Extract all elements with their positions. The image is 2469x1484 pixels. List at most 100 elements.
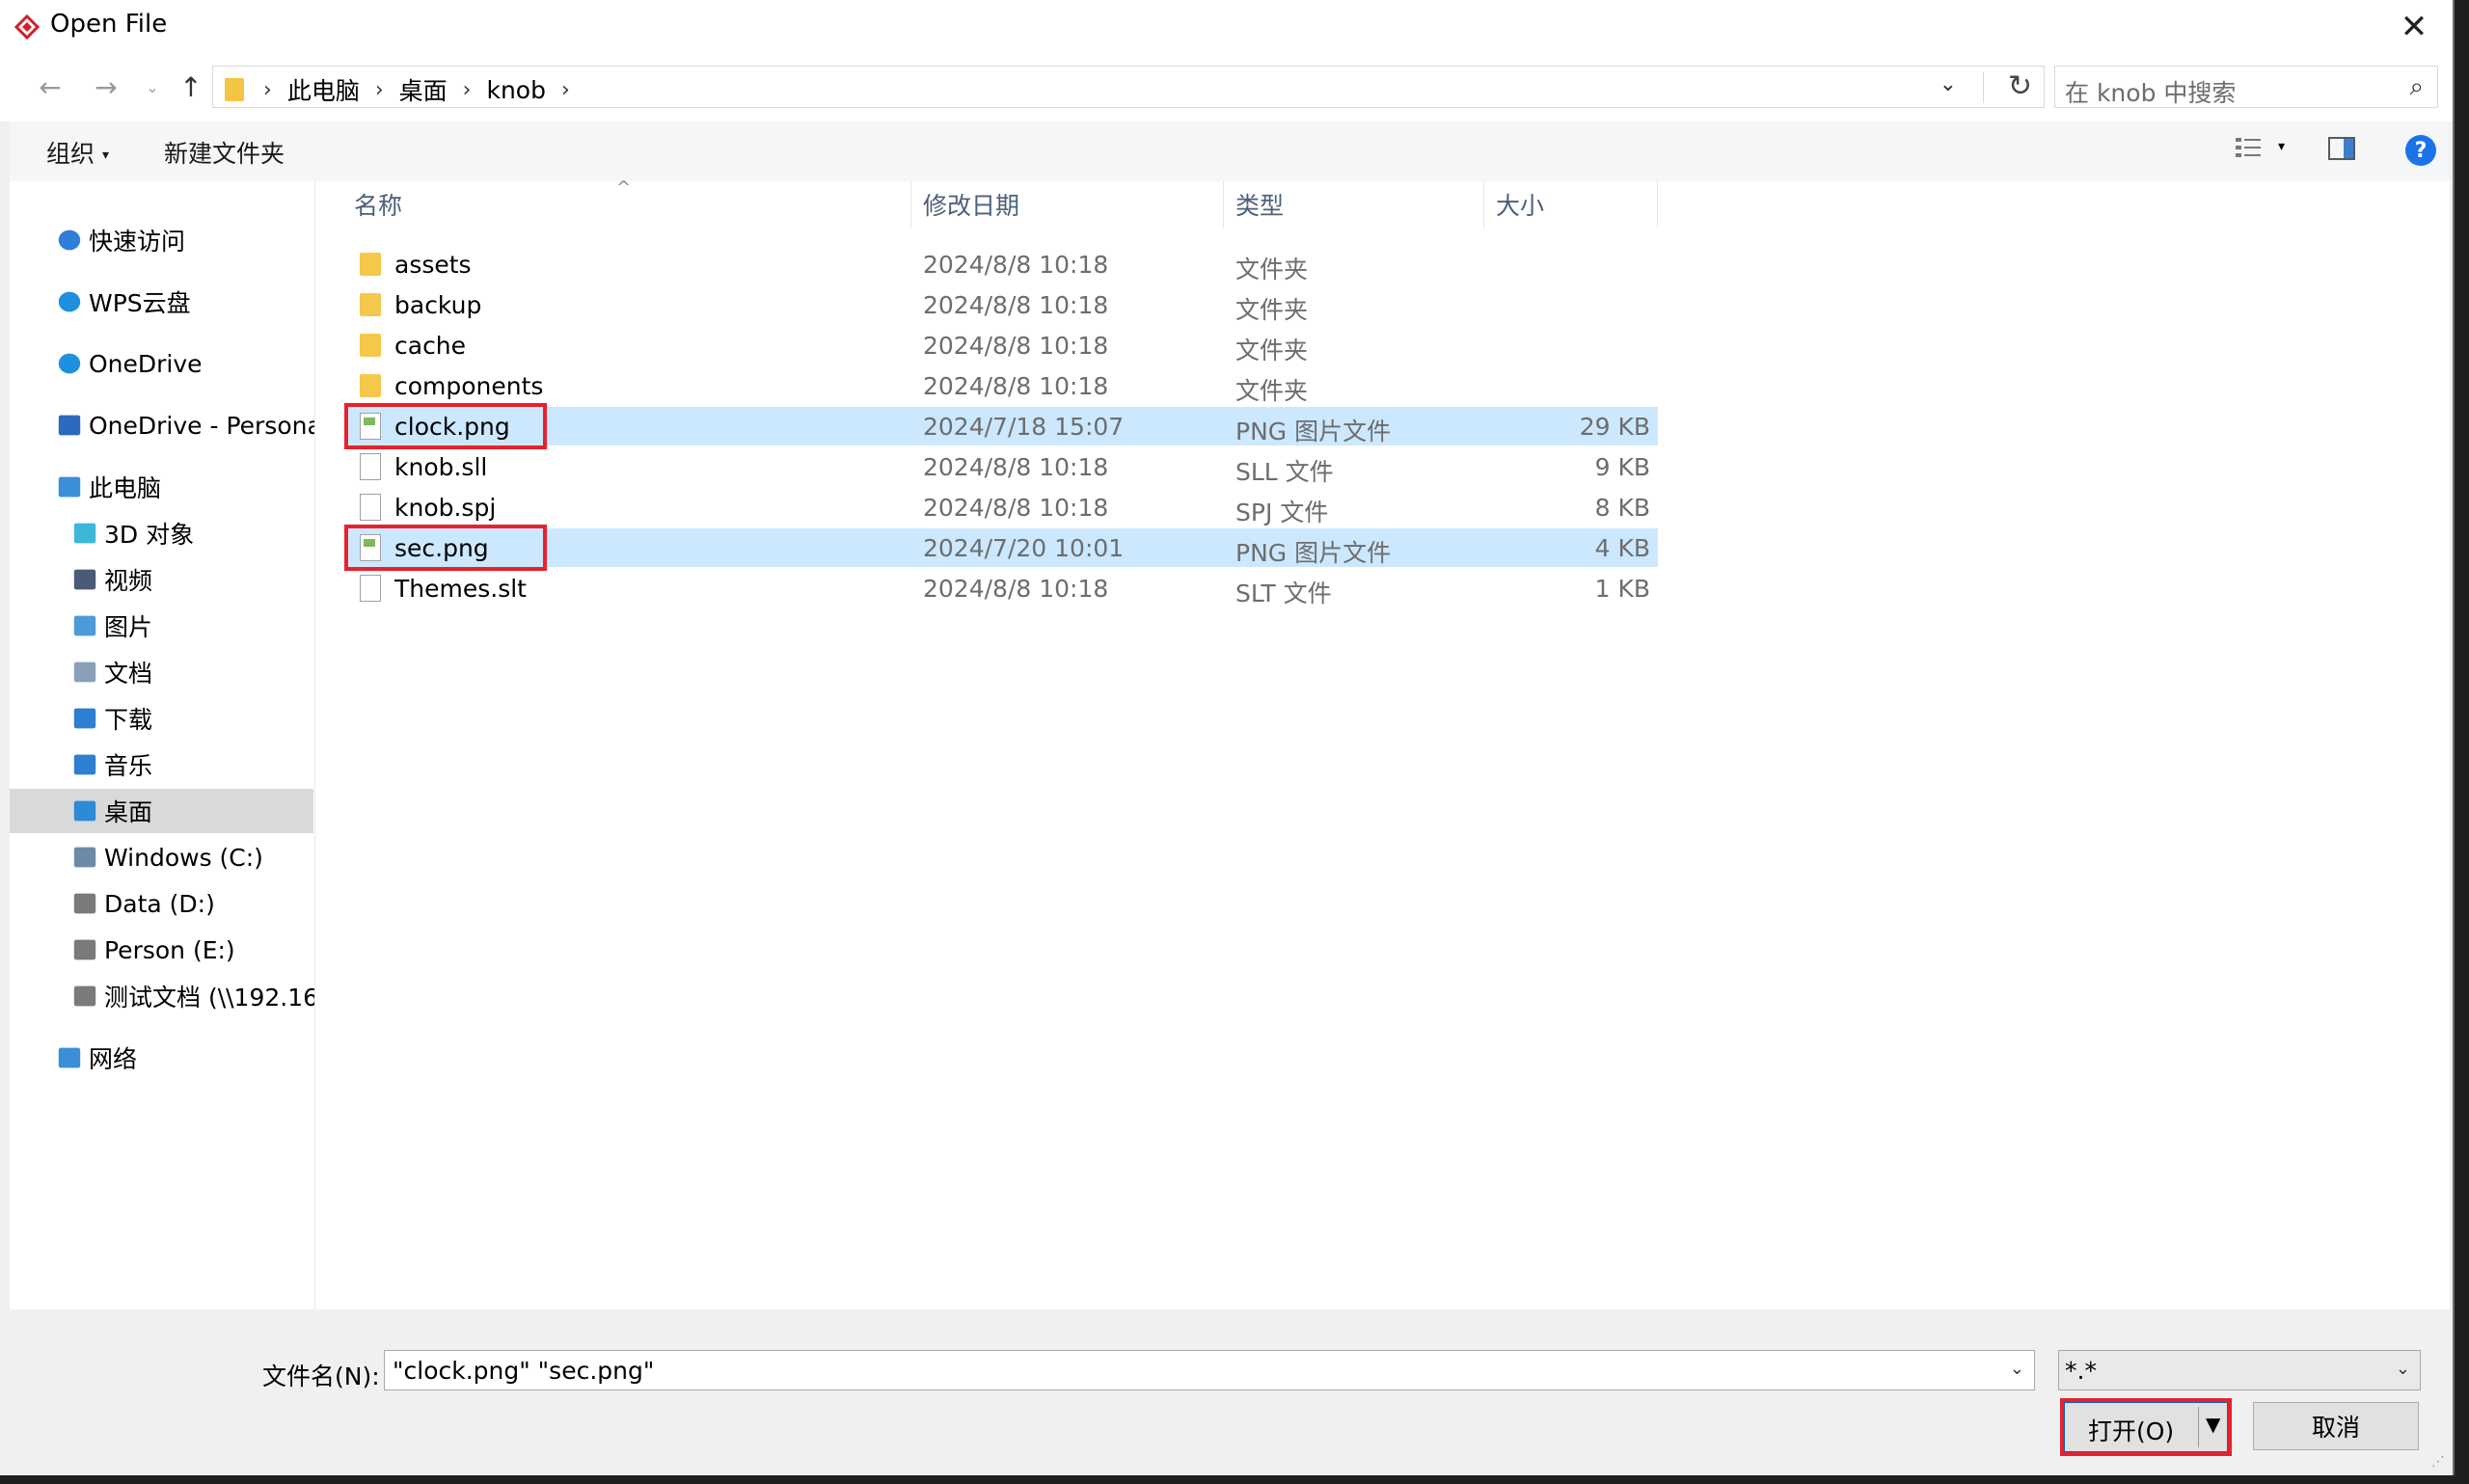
nav-item[interactable]: 文档 [10, 650, 314, 694]
nav-item[interactable]: 桌面 [10, 789, 313, 833]
folder-icon [360, 374, 381, 397]
breadcrumb-desktop[interactable]: 桌面 [399, 72, 448, 107]
chevron-down-icon[interactable]: ⌄ [2396, 1359, 2410, 1379]
file-size: 8 KB [1594, 494, 1650, 522]
highlight-box [344, 403, 547, 449]
file-row[interactable]: components 2024/8/8 10:18 文件夹 [344, 366, 1658, 405]
column-header-date[interactable]: 修改日期 [911, 181, 1224, 228]
nav-item-label: Windows (C:) [104, 843, 263, 872]
address-dropdown-icon[interactable]: ⌄ [1940, 72, 1957, 96]
file-row[interactable]: cache 2024/8/8 10:18 文件夹 [344, 326, 1658, 364]
caret-down-icon: ▾ [102, 148, 110, 163]
file-name: cache [394, 332, 467, 360]
file-row[interactable]: Themes.slt 2024/8/8 10:18 SLT 文件 1 KB [344, 569, 1658, 607]
nav-item[interactable]: 3D 对象 [10, 511, 314, 555]
nav-item[interactable]: 图片 [10, 604, 314, 648]
refresh-icon[interactable]: ↻ [2008, 69, 2032, 103]
file-type: 文件夹 [1235, 296, 1309, 324]
chevron-right-icon[interactable]: › [561, 78, 570, 102]
picture-icon [73, 615, 96, 636]
file-type: PNG 图片文件 [1235, 418, 1392, 445]
file-row[interactable]: assets 2024/8/8 10:18 文件夹 [344, 245, 1658, 283]
view-dropdown-icon[interactable]: ▾ [2278, 139, 2285, 154]
breadcrumb-knob[interactable]: knob [486, 76, 546, 104]
nav-item[interactable]: Windows (C:) [10, 835, 314, 879]
nav-item[interactable]: WPS云盘 [10, 280, 314, 324]
address-row: ← → ⌄ ↑ › 此电脑 › 桌面 › knob › ⌄ ↻ 在 knob 中… [0, 54, 2453, 121]
nav-item-label: Person (E:) [104, 935, 235, 964]
divider [1983, 72, 1984, 103]
file-date: 2024/8/8 10:18 [923, 372, 1109, 400]
nav-item-label: 快速访问 [89, 228, 186, 256]
file-date: 2024/8/8 10:18 [923, 494, 1109, 522]
file-row[interactable]: knob.sll 2024/8/8 10:18 SLL 文件 9 KB [344, 447, 1658, 486]
nav-item[interactable]: 下载 [10, 696, 314, 741]
file-row[interactable]: backup 2024/8/8 10:18 文件夹 [344, 285, 1658, 324]
navigation-pane: 快速访问 WPS云盘 OneDrive OneDrive - Persona 此电脑 3D… [10, 181, 315, 1309]
search-icon: ⌕ [2409, 72, 2424, 101]
column-header-name[interactable]: 名称 [342, 181, 911, 228]
folder-icon [360, 253, 381, 276]
file-row[interactable]: knob.spj 2024/8/8 10:18 SPJ 文件 8 KB [344, 488, 1658, 526]
new-folder-button[interactable]: 新建文件夹 [164, 135, 285, 170]
up-button[interactable]: ↑ [172, 67, 210, 106]
nav-item-label: Data (D:) [104, 889, 215, 918]
nav-item[interactable]: Data (D:) [10, 881, 314, 926]
nav-item[interactable]: 快速访问 [10, 218, 314, 262]
organize-label: 组织 [46, 140, 95, 168]
file-date: 2024/7/20 10:01 [923, 534, 1125, 562]
nav-item[interactable]: Person (E:) [10, 928, 314, 972]
chevron-right-icon[interactable]: › [463, 78, 472, 102]
file-name: backup [394, 291, 482, 319]
chevron-right-icon[interactable]: › [375, 78, 384, 102]
nav-item[interactable]: 测试文档 (\\192.168 [10, 974, 314, 1018]
highlight-box [344, 525, 547, 571]
network-icon [58, 1047, 81, 1068]
search-placeholder: 在 knob 中搜索 [2065, 79, 2237, 107]
column-header-type[interactable]: 类型 [1224, 181, 1484, 228]
breadcrumb-this-pc[interactable]: 此电脑 [287, 72, 360, 107]
folder-icon [225, 78, 244, 101]
preview-pane-icon[interactable] [2328, 137, 2355, 160]
nav-item[interactable]: 此电脑 [10, 465, 314, 509]
help-icon[interactable]: ? [2405, 135, 2436, 166]
view-options-icon[interactable] [2234, 135, 2263, 162]
nav-item-label: 图片 [104, 613, 153, 641]
nav-item[interactable]: OneDrive [10, 341, 314, 386]
app-icon [14, 13, 41, 40]
nav-item[interactable]: 音乐 [10, 742, 314, 787]
file-name: assets [394, 251, 472, 279]
nav-item[interactable]: OneDrive - Persona [10, 403, 314, 447]
search-input[interactable]: 在 knob 中搜索 ⌕ [2054, 66, 2438, 108]
file-date: 2024/8/8 10:18 [923, 332, 1109, 360]
file-date: 2024/8/8 10:18 [923, 453, 1109, 481]
file-list: ^ 名称 修改日期 类型 大小 assets 2024/8/8 10:18 文件夹 b… [315, 177, 2450, 1309]
filename-input[interactable]: "clock.png" "sec.png" ⌄ [384, 1350, 2035, 1390]
resize-grip-icon[interactable]: ⋰ [2431, 1454, 2445, 1470]
forward-button[interactable]: → [87, 67, 125, 106]
address-bar[interactable]: › 此电脑 › 桌面 › knob › ⌄ ↻ [212, 66, 2045, 108]
cloud-icon [58, 291, 81, 312]
chevron-down-icon: ⌄ [146, 77, 159, 96]
column-name-label: 名称 [354, 192, 403, 220]
nav-item[interactable]: 视频 [10, 557, 314, 602]
back-button[interactable]: ← [31, 67, 69, 106]
nav-item-label: 音乐 [104, 752, 153, 780]
network-drive-disconnected-icon [73, 985, 96, 1007]
file-date: 2024/7/18 15:07 [923, 413, 1125, 441]
recent-locations-button[interactable]: ⌄ [133, 67, 172, 106]
cube-icon [73, 523, 96, 544]
chevron-down-icon[interactable]: ⌄ [2010, 1359, 2024, 1379]
file-date: 2024/8/8 10:18 [923, 291, 1109, 319]
file-name: knob.sll [394, 453, 488, 481]
file-type-value: *.* [2065, 1357, 2097, 1385]
file-type: SPJ 文件 [1235, 499, 1329, 526]
file-name: Themes.slt [394, 575, 527, 603]
column-header-size[interactable]: 大小 [1484, 181, 1658, 228]
file-type-select[interactable]: *.* ⌄ [2058, 1350, 2421, 1390]
organize-button[interactable]: 组织 ▾ [46, 135, 109, 170]
nav-item[interactable]: 网络 [10, 1036, 314, 1080]
cancel-button[interactable]: 取消 [2253, 1402, 2419, 1450]
close-button[interactable]: ✕ [2375, 0, 2453, 54]
folder-icon [360, 293, 381, 316]
